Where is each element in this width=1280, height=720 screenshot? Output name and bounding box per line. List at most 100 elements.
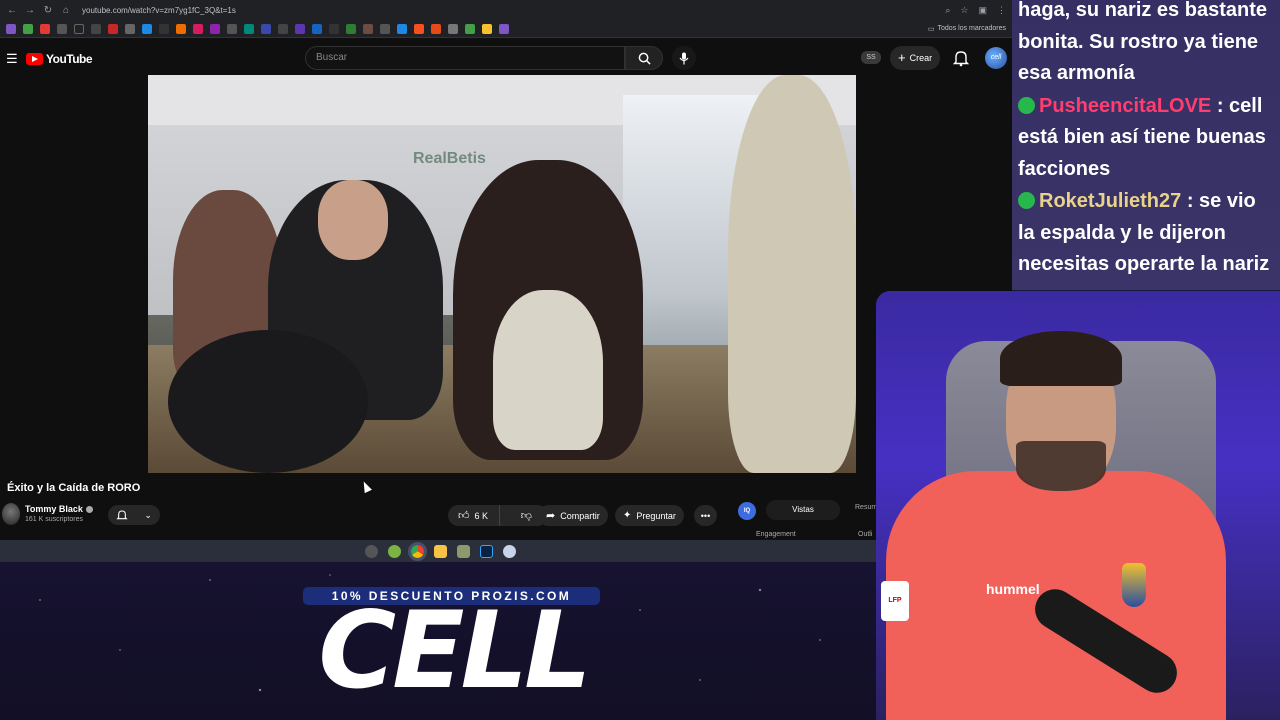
bookmark-icon[interactable]: [448, 23, 458, 34]
vidiq-icon[interactable]: IQ: [738, 502, 756, 520]
create-button[interactable]: + Crear: [890, 46, 941, 70]
home-icon[interactable]: ⌂: [60, 5, 72, 16]
bookmark-icon[interactable]: [397, 23, 407, 34]
all-bookmarks-label: Todos los marcadores: [937, 25, 1006, 32]
extensions-icon[interactable]: ▣: [978, 5, 987, 16]
verified-icon: [85, 506, 93, 514]
chrome-icon[interactable]: [407, 541, 427, 561]
menu-dots-icon[interactable]: ⋮: [997, 5, 1006, 16]
youtube-logo[interactable]: YouTube: [26, 52, 93, 66]
bookmark-icon[interactable]: [40, 23, 50, 34]
bookmark-icon[interactable]: [193, 23, 203, 34]
share-button[interactable]: ➦ Compartir: [538, 505, 608, 526]
bookmark-icon[interactable]: [142, 23, 152, 34]
sparkle-icon: ✦: [623, 510, 632, 521]
youtube-logo-text: YouTube: [46, 52, 93, 66]
bookmark-icon[interactable]: [91, 23, 101, 34]
bookmark-icon[interactable]: [210, 23, 220, 34]
subscriber-count: 161 K suscriptores: [25, 516, 83, 523]
youtube-play-icon: [26, 53, 43, 65]
bookmark-icon[interactable]: [312, 23, 322, 34]
plus-icon: +: [898, 50, 906, 65]
bookmark-icon[interactable]: [176, 23, 186, 34]
video-frame-logo: RealBetis: [413, 150, 486, 167]
account-avatar[interactable]: cell: [985, 47, 1007, 69]
taskbar-app-icon[interactable]: [456, 544, 470, 558]
engagement-label: Engagement: [756, 531, 796, 538]
bookmark-icon[interactable]: [329, 23, 339, 34]
bookmark-icon[interactable]: [159, 23, 169, 34]
folder-icon: ▭: [927, 25, 935, 33]
notifications-bell-icon[interactable]: [952, 49, 970, 67]
tab-summary[interactable]: Resum: [855, 504, 877, 511]
channel-name[interactable]: Tommy Black: [25, 504, 93, 514]
chat-message: haga, su nariz es bastante bonita. Su ro…: [1018, 0, 1274, 90]
video-title: Éxito y la Caída de RORO: [7, 482, 141, 494]
bookmark-icon[interactable]: [227, 23, 237, 34]
chevron-down-icon: ⌄: [144, 509, 152, 520]
bookmark-icon[interactable]: [295, 23, 305, 34]
chat-message: RoketJulieth27 : se vio la espalda y le …: [1018, 186, 1274, 281]
stream-chat: haga, su nariz es bastante bonita. Su ro…: [1012, 0, 1280, 290]
shirt-brand-logo: hummel: [986, 581, 1040, 597]
ask-button[interactable]: ✦ Preguntar: [615, 505, 684, 526]
bookmark-icon[interactable]: [23, 23, 33, 34]
bookmark-icon[interactable]: [414, 23, 424, 34]
more-actions-button[interactable]: •••: [694, 505, 717, 526]
lfp-patch: LFP: [881, 581, 909, 621]
bookmark-icon[interactable]: [482, 23, 492, 34]
chat-username: RoketJulieth27: [1039, 190, 1182, 212]
reload-icon[interactable]: ↻: [42, 5, 54, 16]
outlier-label: Outli: [858, 531, 873, 538]
address-bar[interactable]: youtube.com/watch?v=zm7yg1fC_3Q&t=1s: [82, 6, 939, 15]
hamburger-menu-icon[interactable]: ☰: [6, 51, 20, 67]
thumbs-down-icon: 👎︎: [520, 510, 532, 522]
bookmark-icon[interactable]: [346, 23, 356, 34]
file-explorer-icon[interactable]: [433, 544, 447, 558]
share-label: Compartir: [560, 510, 600, 521]
chat-badge-icon: [1018, 96, 1035, 114]
tab-views[interactable]: Vistas: [766, 500, 840, 520]
taskbar-app-icon[interactable]: [387, 544, 401, 558]
bookmark-icon[interactable]: [278, 23, 288, 34]
forward-icon[interactable]: →: [24, 5, 36, 16]
like-button[interactable]: 👍︎ 6 K: [448, 505, 500, 526]
bookmark-icon[interactable]: [6, 23, 16, 34]
voice-search-button[interactable]: [672, 46, 696, 70]
bookmark-icon[interactable]: [431, 23, 441, 34]
taskbar-app-icon[interactable]: [364, 544, 378, 558]
search-input[interactable]: Buscar: [305, 46, 625, 70]
photoshop-icon[interactable]: [479, 544, 493, 558]
bookmark-icon[interactable]: [465, 23, 475, 34]
channel-avatar[interactable]: [2, 503, 20, 525]
taskbar-app-icon[interactable]: [502, 544, 516, 558]
bookmark-icon[interactable]: [125, 23, 135, 34]
zoom-icon[interactable]: ⌕: [945, 5, 950, 16]
back-icon[interactable]: ←: [6, 5, 18, 16]
video-frame-person: [318, 180, 388, 260]
channel-name-text[interactable]: Tommy Black: [25, 504, 83, 514]
bookmark-icon[interactable]: [244, 23, 254, 34]
bookmark-icon[interactable]: [261, 23, 271, 34]
club-crest: [1122, 563, 1146, 607]
all-bookmarks-folder[interactable]: ▭ Todos los marcadores: [928, 25, 1006, 33]
create-label: Crear: [909, 53, 933, 63]
browser-toolbar: ← → ↻ ⌂ youtube.com/watch?v=zm7yg1fC_3Q&…: [0, 0, 1012, 20]
chat-text: haga, su nariz es bastante bonita. Su ro…: [1018, 0, 1267, 84]
bookmark-icon[interactable]: [74, 23, 84, 34]
ss-badge[interactable]: SS: [861, 51, 881, 64]
search-button[interactable]: [625, 46, 663, 70]
bookmark-icon[interactable]: [57, 23, 67, 34]
bookmark-icon[interactable]: [380, 23, 390, 34]
subscription-bell-button[interactable]: ⌄: [108, 505, 160, 525]
thumbs-up-icon: 👍︎: [458, 510, 470, 522]
microphone-icon: [679, 52, 689, 64]
bookmark-icon[interactable]: [363, 23, 373, 34]
chat-message: PusheencitaLOVE : cell está bien así tie…: [1018, 91, 1274, 186]
star-icon[interactable]: ☆: [960, 5, 968, 16]
streamer-beard: [1016, 441, 1106, 491]
video-player[interactable]: RealBetis: [148, 75, 856, 473]
ask-label: Preguntar: [636, 510, 676, 521]
bookmark-icon[interactable]: [499, 23, 509, 34]
bookmark-icon[interactable]: [108, 23, 118, 34]
